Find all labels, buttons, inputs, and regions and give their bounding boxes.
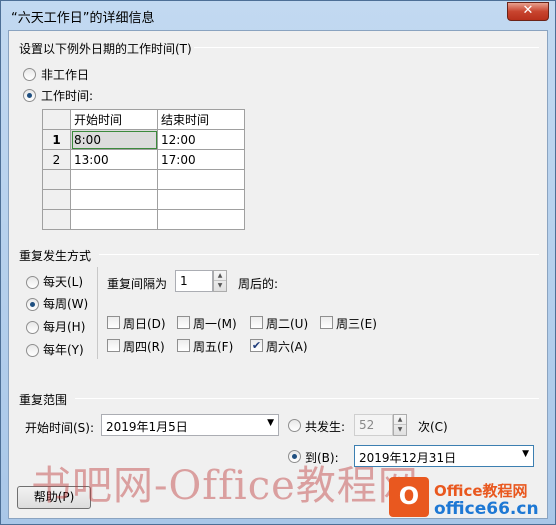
recurrence-group-title: 重复发生方式: [19, 249, 92, 263]
radio-weekly-label: 每周(W): [43, 297, 89, 311]
occurrences-input[interactable]: 52: [354, 414, 393, 436]
table-row: 2 13:00 17:00: [42, 149, 245, 170]
table-row: [42, 189, 245, 210]
radio-end-after[interactable]: [288, 419, 301, 432]
start-time-cell[interactable]: 13:00: [70, 149, 158, 170]
checkbox-tuesday[interactable]: [250, 316, 263, 329]
radio-daily-label: 每天(L): [43, 275, 84, 289]
checkbox-friday[interactable]: [177, 339, 190, 352]
end-time-cell[interactable]: 17:00: [157, 149, 245, 170]
spin-up-icon[interactable]: ▲: [394, 415, 406, 425]
interval-spinner[interactable]: ▲ ▼: [213, 270, 227, 292]
column-header-start: 开始时间: [70, 109, 158, 130]
group-divider: [194, 47, 539, 48]
checkbox-sunday-label: 周日(D): [123, 317, 166, 331]
spin-down-icon[interactable]: ▼: [214, 281, 226, 291]
start-time-cell[interactable]: 8:00: [70, 129, 158, 150]
end-time-cell[interactable]: 12:00: [157, 129, 245, 150]
row-number[interactable]: 2: [42, 149, 71, 170]
range-group-title: 重复范围: [19, 393, 68, 407]
column-header-end: 结束时间: [157, 109, 245, 130]
interval-label: 重复间隔为: [107, 277, 168, 291]
checkbox-saturday[interactable]: ✔: [250, 339, 263, 352]
start-date-dropdown[interactable]: 2019年1月5日 ▼: [101, 414, 279, 436]
occurrences-spinner[interactable]: ▲ ▼: [393, 414, 407, 436]
chevron-down-icon: ▼: [522, 449, 529, 459]
checkbox-monday-label: 周一(M): [193, 317, 237, 331]
radio-working-time-label: 工作时间:: [41, 89, 94, 103]
table-row: [42, 169, 245, 190]
start-time-cell[interactable]: [70, 209, 158, 230]
start-time-cell[interactable]: [70, 169, 158, 190]
site-logo: O Office教程网 office66.cn: [389, 475, 555, 523]
watermark-text: 书吧网-Office教程网: [31, 463, 419, 509]
office-logo-icon: O: [389, 477, 429, 517]
group-divider: [99, 254, 539, 255]
start-date-value: 2019年1月5日: [106, 420, 188, 434]
dialog-client-area: 设置以下例外日期的工作时间(T) 非工作日 工作时间: 开始时间 结束时间 1 …: [8, 30, 548, 519]
table-row: [42, 209, 245, 230]
row-number[interactable]: [42, 189, 71, 210]
radio-yearly-label: 每年(Y): [43, 343, 84, 357]
checkbox-monday[interactable]: [177, 316, 190, 329]
grid-header-row: 开始时间 结束时间: [42, 109, 245, 130]
exception-times-group-title: 设置以下例外日期的工作时间(T): [19, 42, 192, 56]
checkbox-friday-label: 周五(F): [193, 340, 234, 354]
table-row: 1 8:00 12:00: [42, 129, 245, 150]
radio-monthly[interactable]: [26, 321, 39, 334]
radio-end-after-label: 共发生:: [305, 420, 346, 434]
working-time-grid: 开始时间 结束时间 1 8:00 12:00 2 13:00 17:00: [42, 109, 245, 230]
checkbox-thursday-label: 周四(R): [123, 340, 165, 354]
radio-nonworking-label: 非工作日: [41, 68, 90, 82]
end-time-cell[interactable]: [157, 169, 245, 190]
logo-line-2: office66.cn: [434, 499, 539, 519]
chevron-down-icon: ▼: [267, 418, 274, 428]
spin-down-icon[interactable]: ▼: [394, 425, 406, 435]
radio-weekly[interactable]: [26, 298, 39, 311]
checkbox-wednesday[interactable]: [320, 316, 333, 329]
radio-monthly-label: 每月(H): [43, 320, 86, 334]
checkbox-wednesday-label: 周三(E): [336, 317, 377, 331]
row-number[interactable]: 1: [42, 129, 71, 150]
radio-daily[interactable]: [26, 276, 39, 289]
checkmark-icon: ✔: [251, 339, 262, 352]
end-time-cell[interactable]: [157, 209, 245, 230]
start-time-cell[interactable]: [70, 189, 158, 210]
checkbox-tuesday-label: 周二(U): [266, 317, 309, 331]
recurrence-separator: [97, 267, 98, 359]
start-date-label: 开始时间(S):: [25, 421, 95, 435]
title-bar: “六天工作日”的详细信息 ✕: [1, 1, 555, 29]
checkbox-thursday[interactable]: [107, 339, 120, 352]
radio-yearly[interactable]: [26, 344, 39, 357]
checkbox-saturday-label: 周六(A): [266, 340, 308, 354]
grid-corner: [42, 109, 71, 130]
interval-input[interactable]: 1: [175, 270, 213, 292]
row-number[interactable]: [42, 209, 71, 230]
spin-up-icon[interactable]: ▲: [214, 271, 226, 281]
row-number[interactable]: [42, 169, 71, 190]
radio-nonworking[interactable]: [23, 68, 36, 81]
interval-suffix: 周后的:: [238, 277, 279, 291]
logo-line-1: Office教程网: [434, 482, 528, 500]
group-divider: [75, 398, 539, 399]
dialog-window: “六天工作日”的详细信息 ✕ 设置以下例外日期的工作时间(T) 非工作日 工作时…: [0, 0, 556, 525]
occurrences-suffix: 次(C): [418, 420, 448, 434]
end-time-cell[interactable]: [157, 189, 245, 210]
checkbox-sunday[interactable]: [107, 316, 120, 329]
radio-working-time[interactable]: [23, 89, 36, 102]
close-button[interactable]: ✕: [507, 2, 549, 21]
window-title: “六天工作日”的详细信息: [11, 11, 155, 26]
